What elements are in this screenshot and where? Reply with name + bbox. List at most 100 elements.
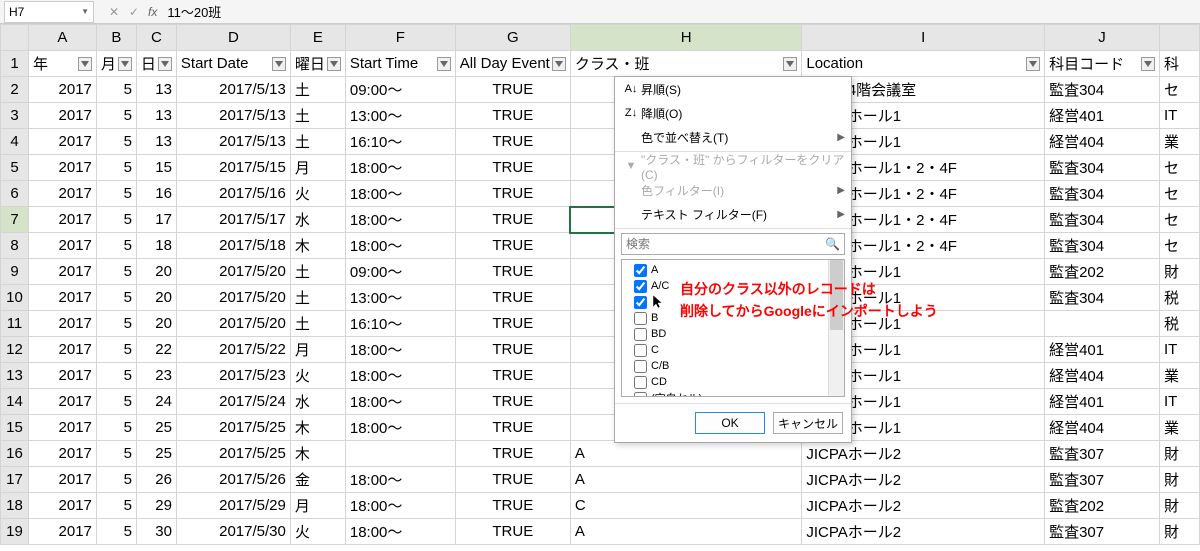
cell-J15[interactable]: 経営404 [1045,415,1160,441]
column-header-H[interactable]: H [570,25,802,51]
header-cell-B[interactable]: 月 [96,51,136,77]
cell-F15[interactable]: 18:00～ [345,415,455,441]
cell-D10[interactable]: 2017/5/20 [176,285,290,311]
cell-C14[interactable]: 24 [136,389,176,415]
cell-C19[interactable]: 30 [136,519,176,545]
cell-C10[interactable]: 20 [136,285,176,311]
cell-F16[interactable] [345,441,455,467]
formula-content[interactable]: 11～20班 [161,2,1200,21]
filter-dropdown-icon[interactable] [552,57,566,71]
cell-F6[interactable]: 18:00～ [345,181,455,207]
cell-D6[interactable]: 2017/5/16 [176,181,290,207]
cell-D4[interactable]: 2017/5/13 [176,129,290,155]
cell-C3[interactable]: 13 [136,103,176,129]
cell-G10[interactable]: TRUE [455,285,570,311]
cell-A9[interactable]: 2017 [28,259,96,285]
row-header-8[interactable]: 8 [1,233,29,259]
cell-K10[interactable]: 税 [1160,285,1200,311]
cell-C7[interactable]: 17 [136,207,176,233]
filter-checkbox-3[interactable] [634,312,647,325]
cell-A3[interactable]: 2017 [28,103,96,129]
cell-F12[interactable]: 18:00～ [345,337,455,363]
cell-B2[interactable]: 5 [96,77,136,103]
header-cell-D[interactable]: Start Date [176,51,290,77]
fx-icon[interactable]: fx [144,5,161,19]
cell-B3[interactable]: 5 [96,103,136,129]
cell-F14[interactable]: 18:00～ [345,389,455,415]
row-header-19[interactable]: 19 [1,519,29,545]
cell-K8[interactable]: セ [1160,233,1200,259]
filter-search-box[interactable]: 🔍 [621,233,845,255]
cell-D5[interactable]: 2017/5/15 [176,155,290,181]
header-cell-A[interactable]: 年 [28,51,96,77]
filter-checkbox-6[interactable] [634,360,647,373]
cell-B15[interactable]: 5 [96,415,136,441]
select-all-corner[interactable] [1,25,29,51]
column-header-G[interactable]: G [455,25,570,51]
cell-E13[interactable]: 火 [290,363,345,389]
cell-B16[interactable]: 5 [96,441,136,467]
cell-C9[interactable]: 20 [136,259,176,285]
cell-A4[interactable]: 2017 [28,129,96,155]
filter-dropdown-icon[interactable] [1141,57,1155,71]
cell-E10[interactable]: 土 [290,285,345,311]
cell-G19[interactable]: TRUE [455,519,570,545]
cell-A6[interactable]: 2017 [28,181,96,207]
sort-ascending[interactable]: A↓ 昇順(S) [615,77,851,101]
cell-F18[interactable]: 18:00～ [345,493,455,519]
cell-D9[interactable]: 2017/5/20 [176,259,290,285]
cell-J19[interactable]: 監査307 [1045,519,1160,545]
cell-A10[interactable]: 2017 [28,285,96,311]
cell-H19[interactable]: A [570,519,802,545]
filter-checkbox-1[interactable] [634,280,647,293]
cell-G4[interactable]: TRUE [455,129,570,155]
cell-K15[interactable]: 業 [1160,415,1200,441]
row-header-3[interactable]: 3 [1,103,29,129]
row-header-5[interactable]: 5 [1,155,29,181]
cell-B9[interactable]: 5 [96,259,136,285]
row-header-4[interactable]: 4 [1,129,29,155]
row-header-17[interactable]: 17 [1,467,29,493]
cell-F17[interactable]: 18:00～ [345,467,455,493]
cell-K6[interactable]: セ [1160,181,1200,207]
cell-E12[interactable]: 月 [290,337,345,363]
cell-C2[interactable]: 13 [136,77,176,103]
cell-G15[interactable]: TRUE [455,415,570,441]
cell-D18[interactable]: 2017/5/29 [176,493,290,519]
cell-D17[interactable]: 2017/5/26 [176,467,290,493]
cell-C16[interactable]: 25 [136,441,176,467]
cell-D19[interactable]: 2017/5/30 [176,519,290,545]
cell-B13[interactable]: 5 [96,363,136,389]
cell-B4[interactable]: 5 [96,129,136,155]
cell-K7[interactable]: セ [1160,207,1200,233]
cell-J8[interactable]: 監査304 [1045,233,1160,259]
cell-E3[interactable]: 土 [290,103,345,129]
cell-F10[interactable]: 13:00～ [345,285,455,311]
cell-D11[interactable]: 2017/5/20 [176,311,290,337]
cell-E15[interactable]: 木 [290,415,345,441]
cell-B19[interactable]: 5 [96,519,136,545]
cell-B18[interactable]: 5 [96,493,136,519]
cell-G6[interactable]: TRUE [455,181,570,207]
cell-B11[interactable]: 5 [96,311,136,337]
cell-J10[interactable]: 監査304 [1045,285,1160,311]
cancel-button[interactable]: キャンセル [773,412,843,434]
header-cell-C[interactable]: 日 [136,51,176,77]
cell-K14[interactable]: IT [1160,389,1200,415]
cell-B8[interactable]: 5 [96,233,136,259]
cell-K4[interactable]: 業 [1160,129,1200,155]
cell-E2[interactable]: 土 [290,77,345,103]
row-header-15[interactable]: 15 [1,415,29,441]
cell-E17[interactable]: 金 [290,467,345,493]
cell-B7[interactable]: 5 [96,207,136,233]
cell-I18[interactable]: JICPAホール2 [802,493,1045,519]
header-cell-I[interactable]: Location [802,51,1045,77]
row-header-12[interactable]: 12 [1,337,29,363]
column-header-D[interactable]: D [176,25,290,51]
filter-option-4[interactable]: BD [624,326,842,342]
cell-B14[interactable]: 5 [96,389,136,415]
cell-D3[interactable]: 2017/5/13 [176,103,290,129]
cell-A12[interactable]: 2017 [28,337,96,363]
cell-E6[interactable]: 火 [290,181,345,207]
cell-C13[interactable]: 23 [136,363,176,389]
